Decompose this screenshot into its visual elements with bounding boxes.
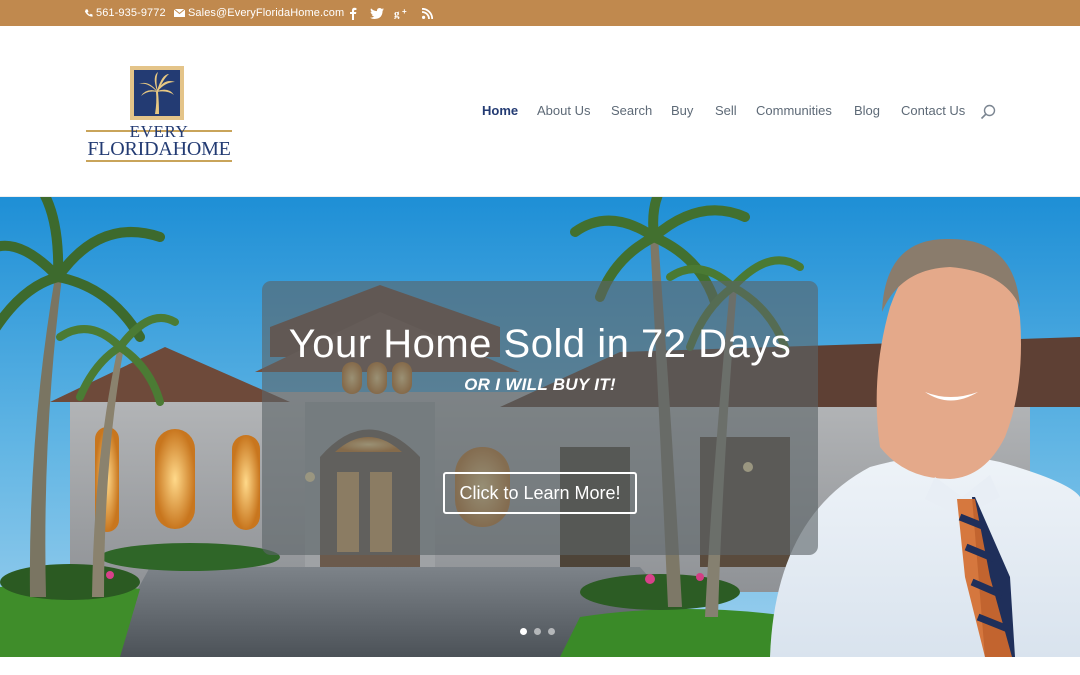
site-header: EVERY FLORIDAHOME Home About Us Search B… — [0, 26, 1080, 197]
nav-search[interactable]: Search — [611, 102, 652, 120]
svg-text:+: + — [402, 7, 407, 16]
top-bar: 561-935-9772 Sales@EveryFloridaHome.com … — [0, 0, 1080, 26]
slide-dot-1[interactable] — [520, 628, 527, 635]
nav-about-us[interactable]: About Us — [537, 102, 590, 120]
rss-icon[interactable] — [419, 0, 435, 26]
envelope-icon — [174, 9, 185, 17]
nav-home[interactable]: Home — [482, 102, 518, 120]
phone-link[interactable]: 561-935-9772 — [84, 0, 166, 26]
slide-dot-3[interactable] — [548, 628, 555, 635]
learn-more-button[interactable]: Click to Learn More! — [443, 472, 637, 514]
svg-text:g: g — [394, 8, 400, 19]
nav-blog[interactable]: Blog — [854, 102, 880, 120]
slider-pagination — [520, 628, 555, 635]
search-icon[interactable] — [980, 104, 996, 120]
nav-communities[interactable]: Communities — [756, 102, 832, 120]
google-plus-icon[interactable]: g + — [394, 0, 410, 26]
slide-dot-2[interactable] — [534, 628, 541, 635]
hero-slider: Your Home Sold in 72 Days OR I WILL BUY … — [0, 197, 1080, 657]
phone-icon — [84, 9, 93, 17]
phone-number: 561-935-9772 — [96, 7, 166, 19]
hero-subtitle: OR I WILL BUY IT! — [464, 375, 616, 394]
email-link[interactable]: Sales@EveryFloridaHome.com — [174, 0, 344, 26]
nav-sell[interactable]: Sell — [715, 102, 737, 120]
main-nav: Home About Us Search Buy Sell Communitie… — [0, 26, 1080, 197]
email-address: Sales@EveryFloridaHome.com — [188, 7, 345, 19]
facebook-icon[interactable] — [345, 0, 361, 26]
hero-title: Your Home Sold in 72 Days — [288, 322, 792, 366]
twitter-icon[interactable] — [369, 0, 385, 26]
nav-contact-us[interactable]: Contact Us — [901, 102, 965, 120]
page-bottom — [0, 657, 1080, 675]
nav-buy[interactable]: Buy — [671, 102, 693, 120]
